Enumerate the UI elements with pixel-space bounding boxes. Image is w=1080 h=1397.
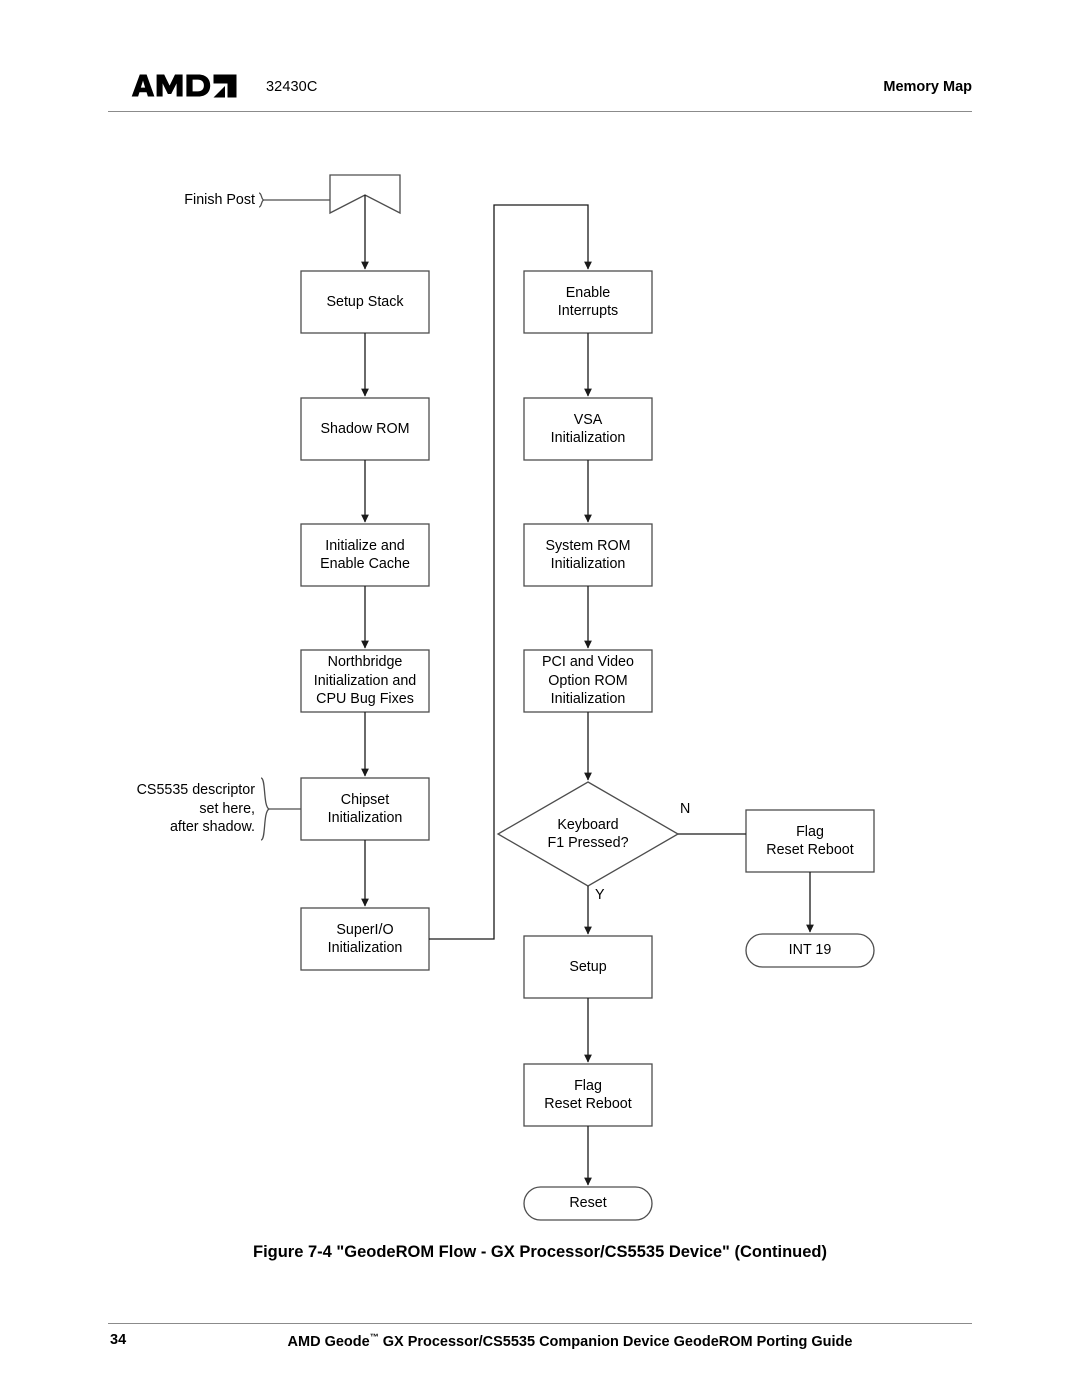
- node-setup: [523, 935, 653, 999]
- node-initialize-enable-cache: [300, 523, 430, 587]
- footer-document-title: AMD Geode™ GX Processor/CS5535 Companion…: [0, 1332, 1080, 1350]
- edge-label-branch-no: N: [680, 801, 691, 817]
- node-flag-reset-reboot-main: [523, 1063, 653, 1127]
- node-flag-reset-reboot-branch: [745, 809, 875, 873]
- page-header: 32430C Memory Map: [0, 0, 1080, 120]
- footer-title-part-2: GX Processor/CS5535 Companion Device Geo…: [378, 1333, 853, 1350]
- flowchart: Setup Stack Shadow ROM Initialize and En…: [0, 130, 1080, 1240]
- node-superio-init: [300, 907, 430, 971]
- node-enable-interrupts: [523, 270, 653, 334]
- brace-finish-post: [258, 192, 265, 208]
- node-northbridge-init: [300, 649, 430, 713]
- edge-label-branch-yes: Y: [595, 887, 605, 903]
- node-chipset-init: [300, 777, 430, 841]
- annotation-cs5535-descriptor-note: CS5535 descriptor set here, after shadow…: [136, 782, 255, 835]
- amd-logo: [126, 72, 238, 106]
- trademark-symbol: ™: [369, 1332, 379, 1342]
- annotation-finish-post: Finish Post: [184, 192, 255, 208]
- footer-title-part-1: AMD Geode: [287, 1333, 370, 1350]
- figure-caption: Figure 7-4 "GeodeROM Flow - GX Processor…: [252, 1243, 828, 1261]
- node-keyboard-f1-pressed: [496, 781, 680, 887]
- node-pci-video-option-rom-init: [523, 649, 653, 713]
- node-int-19: [745, 933, 875, 968]
- node-vsa-init: [523, 397, 653, 461]
- node-shadow-rom: [300, 397, 430, 461]
- node-system-rom-init: [523, 523, 653, 587]
- header-divider: [108, 111, 972, 112]
- node-reset: [523, 1186, 653, 1221]
- brace-cs5535-note: [260, 777, 271, 841]
- node-setup-stack: [300, 270, 430, 334]
- footer-divider: [108, 1323, 972, 1324]
- document-number: 32430C: [266, 79, 318, 95]
- header-section-title: Memory Map: [883, 79, 972, 95]
